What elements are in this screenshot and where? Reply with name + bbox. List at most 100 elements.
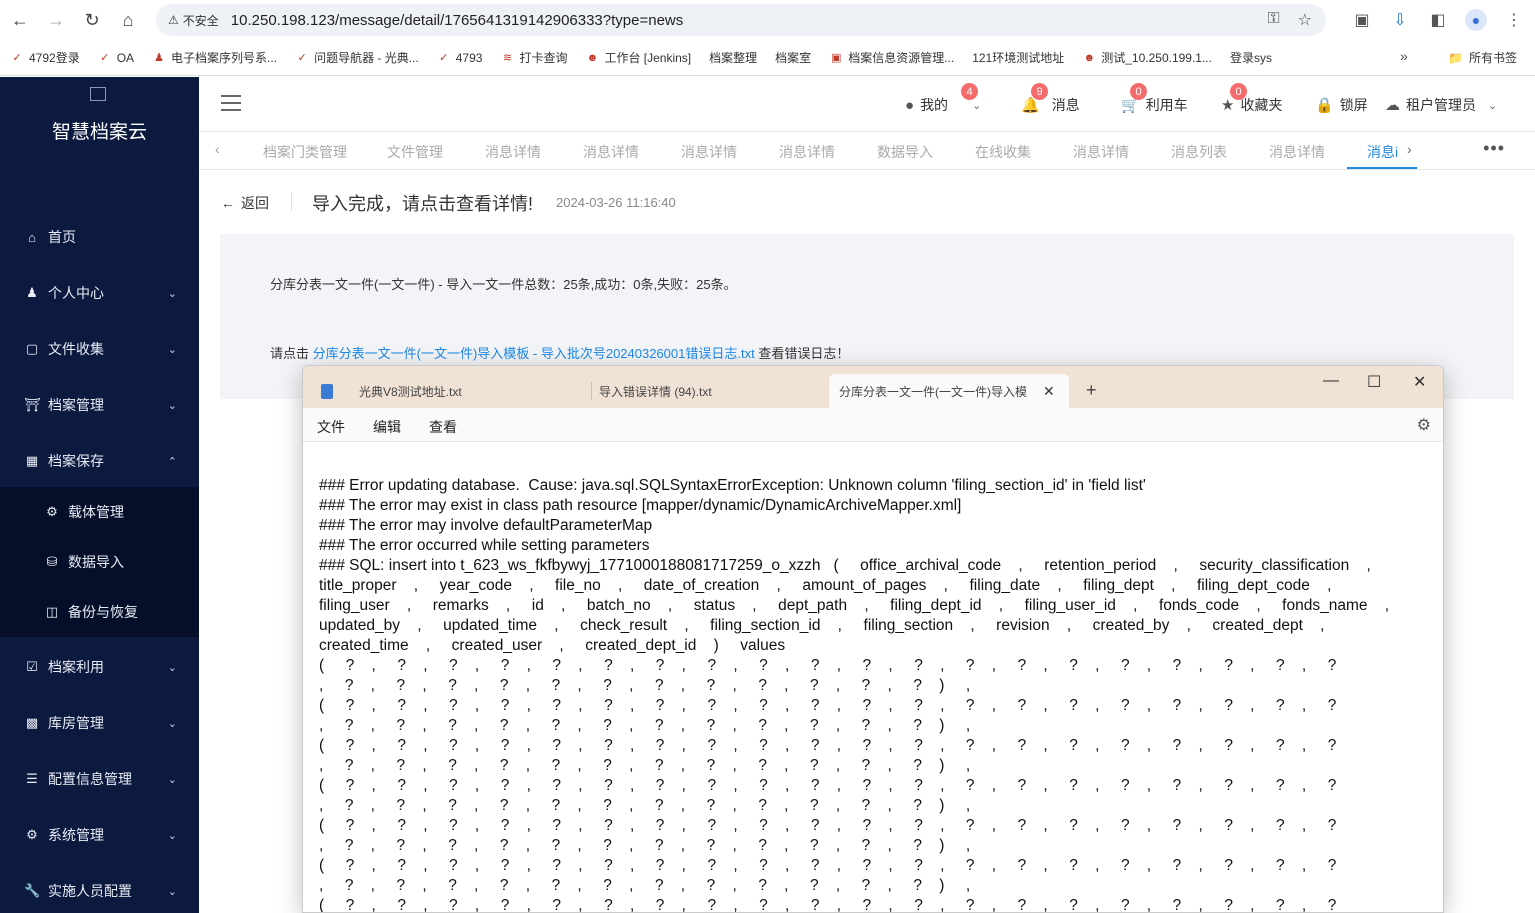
sidebar-item[interactable]: ⌂ 首页 — [0, 209, 199, 265]
address-bar[interactable]: ⚠ 不安全 10.250.198.123/message/detail/17656… — [156, 4, 1326, 36]
chevron-down-icon: ⌄ — [167, 773, 177, 786]
security-warning[interactable]: ⚠ 不安全 — [168, 12, 219, 29]
bookmarks-more-icon[interactable]: » — [1400, 48, 1408, 64]
message-time: 2024-03-26 11:16:40 — [556, 195, 676, 210]
error-log-link[interactable]: 分库分表一文一件(一文一件)导入模板 - 导入批次号20240326001错误日… — [313, 346, 755, 361]
bookmark-item[interactable]: ♟ 电子档案序列号系... — [152, 49, 277, 66]
bookmark-item[interactable]: ≋ 打卡查询 — [500, 49, 568, 66]
header-lock[interactable]: 🔒 锁屏 — [1315, 95, 1368, 115]
bookmark-item[interactable]: ✓ 问题导航器 - 光典... — [295, 49, 418, 66]
bookmark-label: 打卡查询 — [519, 51, 568, 65]
notepad-tab-1[interactable]: 光典V8测试地址.txt — [359, 374, 462, 408]
header-cart[interactable]: 🛒 利用车 0 — [1121, 83, 1188, 115]
chevron-down-icon: ⌄ — [167, 661, 177, 674]
tab-item[interactable]: 消息详情 — [779, 142, 835, 162]
profile-icon[interactable]: ● — [1465, 9, 1487, 31]
close-window-icon[interactable]: ✕ — [1413, 372, 1426, 392]
sidepanel-icon[interactable]: ◧ — [1427, 9, 1449, 31]
text-line: , ? , ? , ? , ? , ? , ? , ? , ? , ? , ? … — [319, 717, 971, 734]
tab-item[interactable]: 在线收集 — [975, 142, 1031, 162]
tab-item[interactable]: 消息列表 — [1171, 142, 1227, 162]
new-tab-plus-icon[interactable]: + — [1086, 380, 1097, 401]
chevron-down-icon: ⌄ — [167, 885, 177, 898]
download-icon[interactable]: ⇩ — [1389, 9, 1411, 31]
sidebar-item[interactable]: ☰ 配置信息管理 ⌄ — [0, 751, 199, 807]
notepad-tab-3-active[interactable]: 分库分表一文一件(一文一件)导入模 ✕ — [829, 374, 1069, 408]
sidebar-item[interactable]: ▦ 档案保存 ⌃ — [0, 433, 199, 489]
gear-icon: ⚙ — [26, 827, 38, 842]
warning-icon: ⚠ — [168, 13, 179, 27]
tab-item[interactable]: 档案门类管理 — [263, 142, 347, 162]
home-icon[interactable]: ⌂ — [110, 2, 146, 38]
minimize-icon[interactable]: — — [1323, 372, 1339, 390]
notepad-tab-label: 光典V8测试地址.txt — [359, 384, 462, 399]
bookmark-item[interactable]: ✓ OA — [98, 51, 134, 65]
menu-view[interactable]: 查看 — [429, 417, 457, 437]
settings-gear-icon[interactable]: ⚙ — [1417, 415, 1431, 435]
bookmark-item[interactable]: 档案整理 — [709, 49, 757, 66]
sidebar-item[interactable]: ⛩ 档案管理 ⌄ — [0, 377, 199, 433]
tab-item[interactable]: 消息i — [1367, 142, 1398, 162]
tabs-right-arrow-icon[interactable]: › — [1407, 141, 1412, 157]
tab-item[interactable]: 消息详情 — [583, 142, 639, 162]
bookmark-item[interactable]: ▣ 档案信息资源管理... — [829, 49, 954, 66]
text-line: ### SQL: insert into t_623_ws_fkfbywyj_1… — [319, 557, 1371, 574]
tab-item[interactable]: 消息详情 — [1073, 142, 1129, 162]
bookmark-item[interactable]: ✓ 4792登录 — [10, 49, 79, 66]
extensions-icon[interactable]: ▣ — [1351, 9, 1373, 31]
sidebar-item[interactable]: ♟ 个人中心 ⌄ — [0, 265, 199, 321]
star-icon[interactable]: ☆ — [1298, 10, 1312, 30]
all-bookmarks[interactable]: 📁 所有书签 — [1448, 49, 1517, 66]
active-tab-indicator — [1347, 167, 1417, 169]
sidebar-item[interactable]: ☑ 档案利用 ⌄ — [0, 639, 199, 695]
text-line: ### Error updating database. Cause: java… — [319, 477, 1146, 494]
sidebar-item-label: 配置信息管理 — [48, 771, 132, 787]
tab-item[interactable]: 文件管理 — [387, 142, 443, 162]
menu-kebab-icon[interactable]: ⋮ — [1503, 9, 1525, 31]
header-favorites[interactable]: ★ 收藏夹 0 — [1221, 83, 1282, 115]
sidebar-item[interactable]: 🔧 实施人员配置 ⌄ — [0, 863, 199, 913]
sidebar-subitem[interactable]: ◫ 备份与恢复 — [0, 587, 199, 637]
bookmark-item[interactable]: ✓ 4793 — [437, 51, 482, 65]
menu-edit[interactable]: 编辑 — [373, 417, 401, 437]
url-text[interactable]: 10.250.198.123/message/detail/1765641319… — [231, 12, 683, 29]
more-icon[interactable]: ••• — [1483, 138, 1505, 159]
cart-badge: 0 — [1130, 83, 1147, 100]
notepad-text-area[interactable]: ### Error updating database. Cause: java… — [303, 442, 1443, 912]
tab-item[interactable]: 消息详情 — [485, 142, 541, 162]
bookmark-item[interactable]: 121环境测试地址 — [972, 49, 1064, 66]
back-button[interactable]: ← 返回 — [221, 193, 269, 213]
notepad-titlebar[interactable]: 光典V8测试地址.txt 导入错误详情 (94).txt 分库分表一文一件(一文… — [303, 366, 1443, 408]
text-line: ### The error may exist in class path re… — [319, 497, 962, 514]
menu-file[interactable]: 文件 — [317, 417, 345, 437]
bookmark-item[interactable]: 登录sys — [1230, 49, 1272, 66]
header-messages[interactable]: 🔔 消息 9 — [1021, 83, 1080, 115]
tenant-label: 租户管理员 — [1406, 97, 1476, 113]
text-line: title_proper , year_code , file_no , dat… — [319, 577, 1332, 594]
bookmark-item[interactable]: ☻ 测试_10.250.199.1... — [1082, 49, 1212, 66]
sidebar-subitem[interactable]: ⚙ 载体管理 — [0, 487, 199, 537]
hamburger-icon[interactable] — [221, 95, 241, 111]
tab-item[interactable]: 消息详情 — [1269, 142, 1325, 162]
bookmark-item[interactable]: 档案室 — [775, 49, 811, 66]
reload-icon[interactable]: ↻ — [74, 2, 110, 38]
maximize-icon[interactable]: ☐ — [1367, 372, 1381, 392]
text-line: , ? , ? , ? , ? , ? , ? , ? , ? , ? , ? … — [319, 797, 971, 814]
tab-item[interactable]: 消息详情 — [681, 142, 737, 162]
header-tenant[interactable]: ☁ 租户管理员 ⌄ — [1385, 95, 1497, 115]
bookmark-item[interactable]: ☻ 工作台 [Jenkins] — [585, 49, 692, 66]
sidebar-item[interactable]: ▩ 库房管理 ⌄ — [0, 695, 199, 751]
close-tab-icon[interactable]: ✕ — [1043, 383, 1055, 400]
key-icon[interactable]: ⚿ — [1267, 10, 1279, 30]
tabs-left-arrow-icon[interactable]: ‹ — [215, 141, 220, 157]
header-mine[interactable]: ● 我的 4 ⌄ — [905, 83, 981, 115]
notepad-tab-2[interactable]: 导入错误详情 (94).txt — [599, 374, 712, 408]
sidebar-item[interactable]: ▢ 文件收集 ⌄ — [0, 321, 199, 377]
sidebar-subitem[interactable]: ⛁ 数据导入 — [0, 537, 199, 587]
text-line: created_time , created_user , created_de… — [319, 637, 786, 654]
forward-arrow-icon[interactable]: → — [38, 2, 74, 38]
bookmark-label: 登录sys — [1229, 51, 1272, 65]
back-arrow-icon[interactable]: ← — [2, 2, 38, 38]
sidebar-item[interactable]: ⚙ 系统管理 ⌄ — [0, 807, 199, 863]
tab-item[interactable]: 数据导入 — [877, 142, 933, 162]
